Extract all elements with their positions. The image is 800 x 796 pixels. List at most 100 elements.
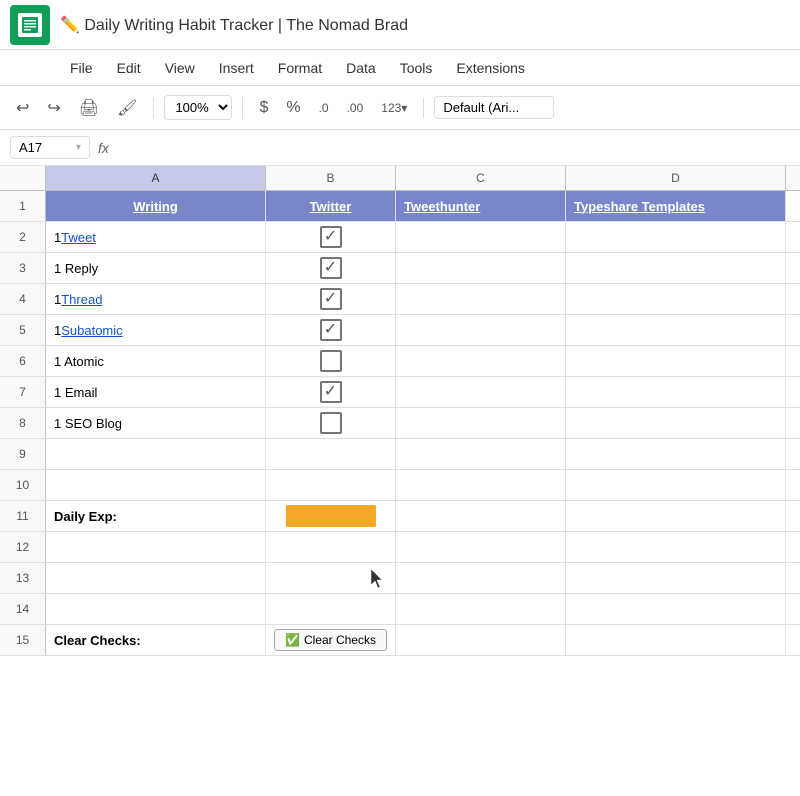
paint-format-button[interactable]: 🖌 [111, 94, 143, 122]
cell-c6 [396, 346, 566, 376]
cell-d12 [566, 532, 786, 562]
cell-a2: 1 Tweet [46, 222, 266, 252]
currency-button[interactable]: $ [253, 95, 274, 121]
col-header-c[interactable]: C [396, 166, 566, 190]
cell-c9 [396, 439, 566, 469]
font-selector[interactable]: Default (Ari... [434, 96, 554, 119]
row-num-14: 14 [0, 594, 46, 624]
undo-button[interactable]: ↩ [10, 94, 35, 122]
menu-data[interactable]: Data [336, 56, 386, 80]
decimal-more-button[interactable]: .00 [341, 97, 370, 119]
menu-bar: File Edit View Insert Format Data Tools … [0, 50, 800, 86]
title-bar: ✏️ Daily Writing Habit Tracker | The Nom… [0, 0, 800, 50]
checkbox-b6[interactable] [320, 350, 342, 372]
table-row: 12 [0, 532, 800, 563]
checkbox-b5[interactable]: ✓ [320, 319, 342, 341]
cell-b5[interactable]: ✓ [266, 315, 396, 345]
table-row: 8 1 SEO Blog [0, 408, 800, 439]
menu-format[interactable]: Format [268, 56, 332, 80]
cell-reference[interactable]: A17 ▾ [10, 136, 90, 159]
thread-link[interactable]: Thread [61, 292, 102, 307]
percent-button[interactable]: % [280, 95, 306, 121]
cell-d8 [566, 408, 786, 438]
subatomic-link[interactable]: Subatomic [61, 323, 122, 338]
menu-insert[interactable]: Insert [209, 56, 264, 80]
menu-file[interactable]: File [60, 56, 103, 80]
zoom-select[interactable]: 100% 75% 125% [164, 95, 232, 120]
menu-extensions[interactable]: Extensions [446, 56, 534, 80]
cell-b14 [266, 594, 396, 624]
clear-checks-button[interactable]: ✅ Clear Checks [274, 629, 387, 651]
checkbox-b8[interactable] [320, 412, 342, 434]
cell-b15: ✅ Clear Checks [266, 625, 396, 655]
cursor-icon [371, 569, 385, 589]
cell-d7 [566, 377, 786, 407]
cell-b3[interactable]: ✓ [266, 253, 396, 283]
row-num-2: 2 [0, 222, 46, 252]
cell-d6 [566, 346, 786, 376]
cell-a6: 1 Atomic [46, 346, 266, 376]
cell-a14 [46, 594, 266, 624]
cell-b13 [266, 563, 396, 593]
tweet-link[interactable]: Tweet [61, 230, 96, 245]
toolbar: ↩ ↪ 🖨 🖌 100% 75% 125% $ % .0 .00 123▾ De… [0, 86, 800, 130]
cell-d3 [566, 253, 786, 283]
cell-d1: Typeshare Templates [566, 191, 786, 221]
checkbox-b4[interactable]: ✓ [320, 288, 342, 310]
cell-d14 [566, 594, 786, 624]
col-header-d[interactable]: D [566, 166, 786, 190]
table-row: 3 1 Reply ✓ [0, 253, 800, 284]
cell-a12 [46, 532, 266, 562]
cell-a4: 1 Thread [46, 284, 266, 314]
cell-d9 [566, 439, 786, 469]
cell-c12 [396, 532, 566, 562]
cell-c8 [396, 408, 566, 438]
cell-b6[interactable] [266, 346, 396, 376]
formula-input[interactable] [117, 138, 790, 157]
cell-b2[interactable]: ✓ [266, 222, 396, 252]
col-header-b[interactable]: B [266, 166, 396, 190]
row-num-1: 1 [0, 191, 46, 221]
row-num-3: 3 [0, 253, 46, 283]
cell-b7[interactable]: ✓ [266, 377, 396, 407]
decimal-less-button[interactable]: .0 [313, 97, 335, 119]
daily-exp-bar [286, 505, 376, 527]
col-header-a[interactable]: A [46, 166, 266, 190]
row-num-5: 5 [0, 315, 46, 345]
row-num-11: 11 [0, 501, 46, 531]
row-num-6: 6 [0, 346, 46, 376]
cell-a1: Writing [46, 191, 266, 221]
menu-edit[interactable]: Edit [107, 56, 151, 80]
title-icon: ✏️ [60, 17, 84, 34]
table-row: 2 1 Tweet ✓ [0, 222, 800, 253]
toolbar-divider-1 [153, 98, 154, 118]
cell-a15: Clear Checks: [46, 625, 266, 655]
checkbox-b2[interactable]: ✓ [320, 226, 342, 248]
cell-c14 [396, 594, 566, 624]
cell-b4[interactable]: ✓ [266, 284, 396, 314]
checkbox-b7[interactable]: ✓ [320, 381, 342, 403]
column-headers: A B C D [0, 166, 800, 191]
cell-c10 [396, 470, 566, 500]
checkbox-b3[interactable]: ✓ [320, 257, 342, 279]
menu-tools[interactable]: Tools [390, 56, 443, 80]
daily-exp-row: 11 Daily Exp: [0, 501, 800, 532]
cell-b11 [266, 501, 396, 531]
cell-d15 [566, 625, 786, 655]
table-row: 13 [0, 563, 800, 594]
redo-button[interactable]: ↪ [41, 94, 66, 122]
row-num-15: 15 [0, 625, 46, 655]
cell-b8[interactable] [266, 408, 396, 438]
cell-a10 [46, 470, 266, 500]
menu-view[interactable]: View [155, 56, 205, 80]
cell-a8: 1 SEO Blog [46, 408, 266, 438]
cell-c11 [396, 501, 566, 531]
cell-b1: Twitter [266, 191, 396, 221]
more-formats-button[interactable]: 123▾ [375, 97, 413, 119]
cell-c13 [396, 563, 566, 593]
print-button[interactable]: 🖨 [73, 94, 105, 122]
row-num-10: 10 [0, 470, 46, 500]
table-row: 6 1 Atomic [0, 346, 800, 377]
table-row: 5 1 Subatomic ✓ [0, 315, 800, 346]
cell-d11 [566, 501, 786, 531]
